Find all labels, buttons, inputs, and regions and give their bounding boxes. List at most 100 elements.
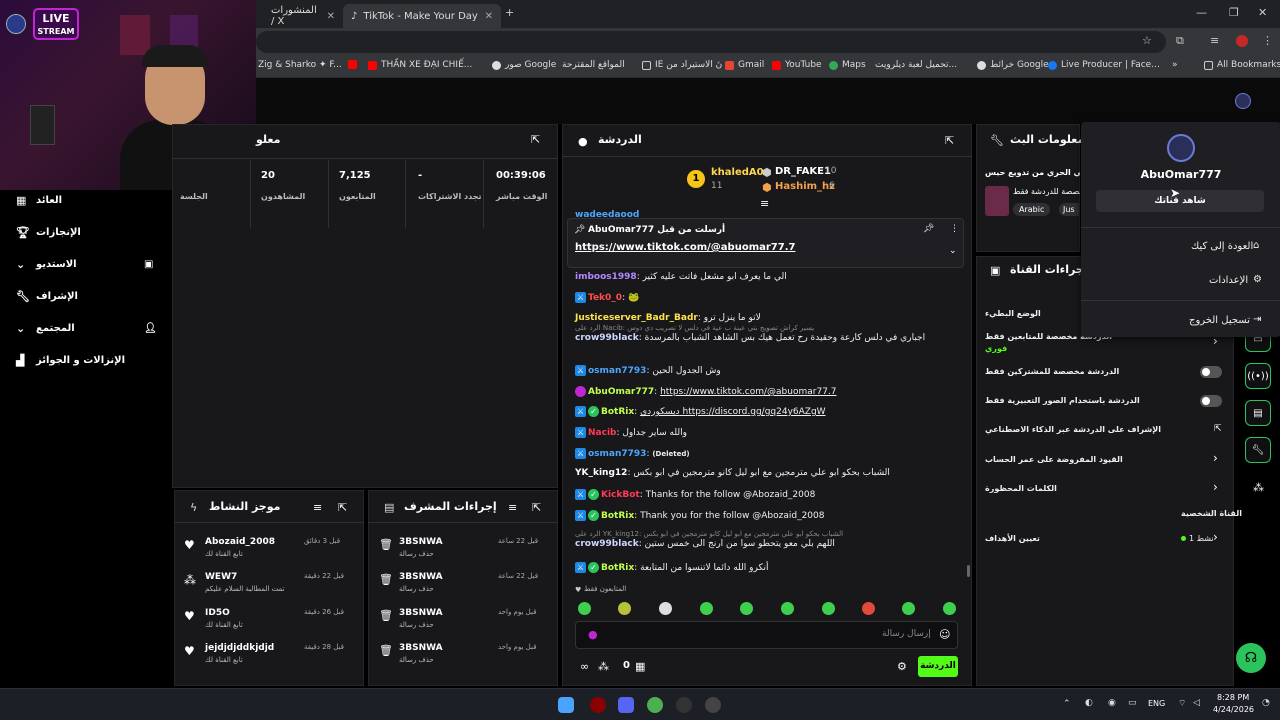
emoji-icon[interactable]: ☺: [939, 628, 950, 641]
chat-username[interactable]: Tek0_0: [588, 293, 622, 303]
menu-item-home[interactable]: العودة إلى كيك ⌂: [1081, 236, 1280, 258]
tray-icon[interactable]: ◉: [1108, 698, 1116, 708]
pinned-link[interactable]: https://www.tiktok.com/@abuomar77.7: [575, 242, 795, 253]
address-bar[interactable]: [256, 31, 1166, 53]
chevron-right-icon[interactable]: ›: [1213, 530, 1218, 544]
popout-icon[interactable]: ⇱: [532, 501, 541, 514]
gift-icon[interactable]: ▦: [635, 660, 645, 673]
top-gifter-name[interactable]: DR_FAKE1: [775, 166, 831, 177]
chat-username[interactable]: YK_king12: [575, 468, 627, 478]
activity-username[interactable]: ID5O: [205, 608, 230, 618]
subscribers-chat-toggle[interactable]: [1200, 366, 1222, 378]
mod-action-user[interactable]: 3BSNWA: [399, 608, 443, 618]
filter-icon[interactable]: ≡: [313, 501, 322, 514]
bookmark[interactable]: صور Google: [492, 60, 556, 70]
language-indicator[interactable]: ENG: [1148, 699, 1165, 708]
mic-icon[interactable]: ●: [588, 628, 598, 641]
avatar[interactable]: [1235, 93, 1251, 109]
mod-action-user[interactable]: 3BSNWA: [399, 572, 443, 582]
bookmark[interactable]: Live Producer | Face...: [1048, 60, 1160, 70]
tag-chip[interactable]: Jus: [1059, 203, 1079, 216]
chat-input-box[interactable]: ● إرسال رسالة ☺: [575, 621, 958, 649]
popout-icon[interactable]: ⇱: [945, 134, 954, 147]
chevron-right-icon[interactable]: ›: [1213, 451, 1218, 465]
discord-icon[interactable]: [618, 697, 634, 713]
bookmark[interactable]: Maps: [829, 60, 866, 70]
mod-action-user[interactable]: 3BSNWA: [399, 537, 443, 547]
chat-username[interactable]: crow99black: [575, 333, 639, 343]
tag-chip[interactable]: Arabic: [1013, 203, 1051, 216]
chat-username[interactable]: crow99black: [575, 539, 639, 549]
emote-icon[interactable]: [700, 602, 713, 615]
chat-username[interactable]: Nacib: [588, 428, 616, 438]
emote-icon[interactable]: [740, 602, 753, 615]
settings-icon[interactable]: ⚙: [897, 660, 907, 673]
close-tab-icon[interactable]: ✕: [327, 11, 335, 22]
top-gifter-name[interactable]: khaledA0: [711, 167, 764, 178]
emote-icon[interactable]: [578, 602, 591, 615]
send-chat-button[interactable]: الدردشة: [918, 656, 958, 677]
start-icon[interactable]: [558, 697, 574, 713]
nav-community[interactable]: ⌄ المجتمع 👤︎: [0, 317, 172, 339]
close-tab-icon[interactable]: ✕: [485, 11, 493, 22]
chat-username[interactable]: osman7793: [588, 366, 646, 376]
extensions-icon[interactable]: ⧉: [1176, 34, 1184, 48]
reward-icon[interactable]: ⁂: [1253, 481, 1264, 494]
restore-icon[interactable]: ❐: [1229, 6, 1239, 19]
nav-moderation[interactable]: 🔧︎ الإشراف: [0, 285, 172, 307]
filter-icon[interactable]: ≡: [508, 501, 517, 514]
app-icon[interactable]: [705, 697, 721, 713]
wifi-icon[interactable]: ⌔: [1178, 698, 1186, 709]
chat-username[interactable]: BotRix: [601, 563, 634, 573]
menu-item-logout[interactable]: تسجيل الخروج ⇥: [1081, 310, 1280, 332]
nav-revenue[interactable]: ▦ العائد: [0, 189, 172, 211]
external-link-icon[interactable]: ⇱: [1214, 424, 1222, 434]
chat-username[interactable]: Justiceserver_Badr_Badr: [575, 313, 698, 323]
quick-action-button[interactable]: ((•)): [1245, 363, 1271, 389]
emote-icon[interactable]: [659, 602, 672, 615]
bookmark[interactable]: خرائط Google: [977, 60, 1049, 70]
bookmark[interactable]: All Bookmarks: [1204, 60, 1280, 70]
menu-icon[interactable]: ⋮: [1262, 34, 1273, 47]
chat-username[interactable]: osman7793: [588, 449, 646, 459]
emote-icon[interactable]: [902, 602, 915, 615]
emote-icon[interactable]: [862, 602, 875, 615]
profile-icon[interactable]: [1236, 35, 1248, 47]
notification-icon[interactable]: ◔: [1262, 698, 1270, 708]
support-button[interactable]: ☊: [1236, 643, 1266, 673]
obs-icon[interactable]: [676, 697, 692, 713]
scroll-toggle-icon[interactable]: ≡: [760, 197, 769, 210]
bookmark[interactable]: THẦN XE ĐẠI CHIẾ...: [368, 60, 472, 70]
more-icon[interactable]: ⋮: [950, 224, 959, 234]
nav-studio[interactable]: ⌄ الاستديو ▣: [0, 253, 172, 275]
emote-icon[interactable]: [618, 602, 631, 615]
tab-x[interactable]: المنشورات / X ✕: [263, 4, 343, 28]
chevron-right-icon[interactable]: ›: [1213, 480, 1218, 494]
close-window-icon[interactable]: ✕: [1258, 6, 1267, 19]
chat-username[interactable]: KickBot: [601, 490, 640, 500]
emote-chat-toggle[interactable]: [1200, 395, 1222, 407]
volume-icon[interactable]: ◁: [1193, 698, 1200, 708]
activity-username[interactable]: jejdjdjddkjdjd: [205, 643, 274, 653]
chat-username[interactable]: AbuOmar777: [588, 387, 654, 397]
app-icon[interactable]: [590, 697, 606, 713]
bookmark[interactable]: Zig & Sharko ✦ F...: [258, 60, 342, 70]
tray-icon[interactable]: ◐: [1085, 698, 1093, 708]
reward-icon[interactable]: ⁂: [598, 660, 609, 673]
popout-icon[interactable]: ⇱: [338, 501, 347, 514]
chat-username[interactable]: imboos1998: [575, 272, 637, 282]
tray-chevron-icon[interactable]: ⌃: [1063, 699, 1071, 709]
bookmark[interactable]: المواقع المقترحة: [562, 60, 625, 70]
new-tab-icon[interactable]: +: [505, 6, 514, 19]
nav-drops[interactable]: ▟ الإنزالات و الجوائز: [0, 349, 172, 371]
chrome-icon[interactable]: [647, 697, 663, 713]
quick-action-button[interactable]: ▤: [1245, 400, 1271, 426]
minimize-icon[interactable]: —: [1196, 6, 1207, 19]
chat-username[interactable]: BotRix: [601, 407, 634, 417]
activity-username[interactable]: Abozaid_2008: [205, 537, 275, 547]
menu-item-settings[interactable]: الإعدادات ⚙: [1081, 270, 1280, 292]
infinity-icon[interactable]: ∞: [580, 660, 589, 673]
tab-tiktok[interactable]: ♪ TikTok - Make Your Day ✕: [343, 4, 501, 28]
bookmark[interactable]: [348, 60, 357, 69]
star-icon[interactable]: ☆: [1142, 34, 1152, 47]
